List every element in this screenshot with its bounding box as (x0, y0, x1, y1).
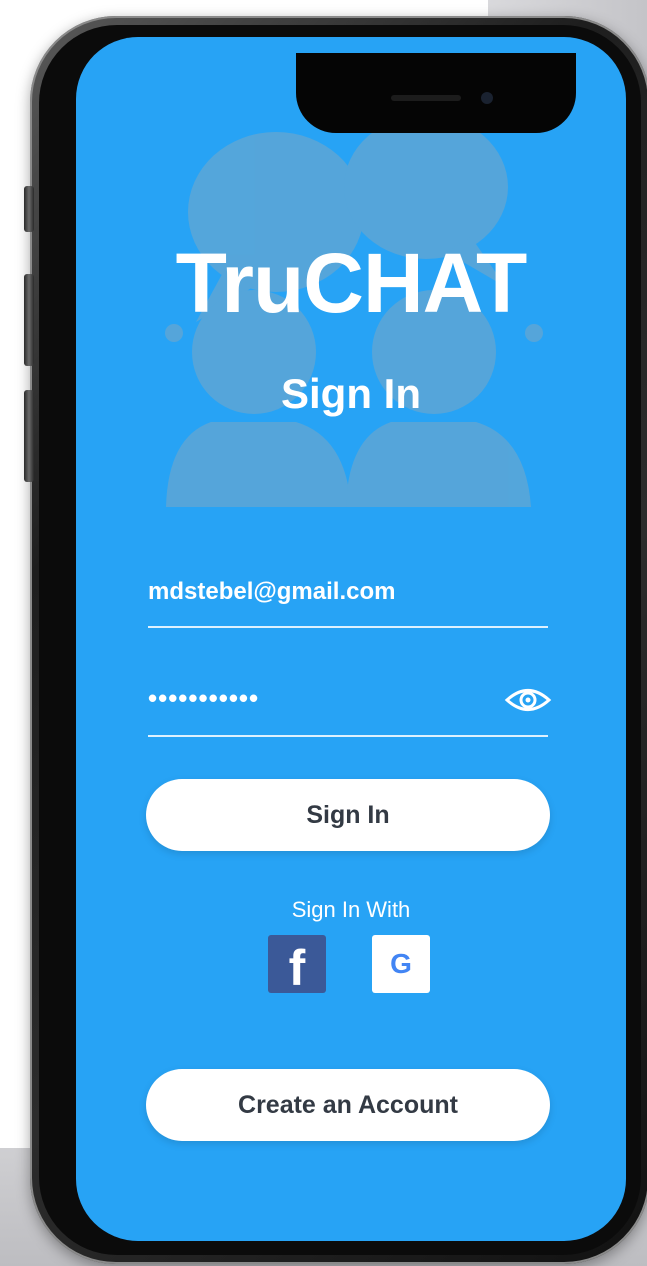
volume-down-button (24, 390, 34, 482)
google-icon: G (390, 948, 412, 979)
password-field[interactable]: ••••••••••• (148, 675, 552, 737)
mute-switch (24, 186, 34, 232)
create-account-button[interactable]: Create an Account (146, 1069, 550, 1141)
app-title: TruCHAT (175, 236, 528, 330)
create-account-button-label: Create an Account (238, 1090, 458, 1119)
google-login-button[interactable]: G (372, 935, 430, 993)
sign-in-button[interactable]: Sign In (146, 779, 550, 851)
facebook-icon: f (288, 940, 306, 996)
password-value: ••••••••••• (148, 683, 260, 713)
app-screen: TruCHAT Sign In mdstebel@gmail.com •••••… (76, 37, 626, 1241)
facebook-login-button[interactable]: f (268, 935, 326, 996)
phone-notch (296, 53, 576, 133)
volume-up-button (24, 274, 34, 366)
email-value: mdstebel@gmail.com (148, 578, 396, 605)
earpiece-speaker (391, 95, 461, 101)
eye-icon[interactable] (504, 685, 552, 715)
front-camera (481, 92, 493, 104)
sign-in-with-label: Sign In With (291, 897, 411, 922)
page-title: Sign In (281, 370, 421, 417)
sign-in-button-label: Sign In (306, 800, 390, 829)
email-field[interactable]: mdstebel@gmail.com (148, 566, 548, 628)
